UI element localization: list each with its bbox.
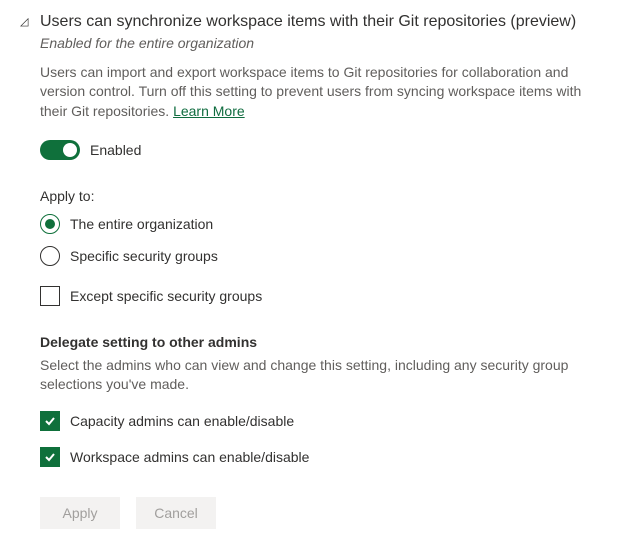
radio-icon	[40, 214, 60, 234]
delegate-description: Select the admins who can view and chang…	[40, 356, 611, 395]
checkbox-label: Except specific security groups	[70, 288, 262, 304]
description-text: Users can import and export workspace it…	[40, 64, 581, 119]
setting-description: Users can import and export workspace it…	[40, 63, 611, 122]
checkbox-icon	[40, 411, 60, 431]
checkbox-workspace-admins[interactable]: Workspace admins can enable/disable	[40, 447, 611, 467]
radio-specific-security-groups[interactable]: Specific security groups	[40, 246, 611, 266]
checkbox-label: Capacity admins can enable/disable	[70, 413, 294, 429]
checkbox-capacity-admins[interactable]: Capacity admins can enable/disable	[40, 411, 611, 431]
delegate-title: Delegate setting to other admins	[40, 334, 611, 350]
cancel-button[interactable]: Cancel	[136, 497, 216, 529]
collapse-icon[interactable]: ◿	[20, 15, 32, 28]
apply-button[interactable]: Apply	[40, 497, 120, 529]
learn-more-link[interactable]: Learn More	[173, 103, 245, 119]
radio-label: Specific security groups	[70, 248, 218, 264]
radio-entire-organization[interactable]: The entire organization	[40, 214, 611, 234]
checkbox-label: Workspace admins can enable/disable	[70, 449, 309, 465]
toggle-knob	[63, 143, 77, 157]
checkbox-icon	[40, 286, 60, 306]
apply-to-label: Apply to:	[40, 188, 611, 204]
enabled-toggle[interactable]	[40, 140, 80, 160]
radio-label: The entire organization	[70, 216, 213, 232]
toggle-label: Enabled	[90, 142, 141, 158]
checkbox-except-groups[interactable]: Except specific security groups	[40, 286, 611, 306]
checkbox-icon	[40, 447, 60, 467]
setting-subtitle: Enabled for the entire organization	[40, 35, 611, 51]
radio-icon	[40, 246, 60, 266]
setting-title: Users can synchronize workspace items wi…	[40, 12, 611, 33]
